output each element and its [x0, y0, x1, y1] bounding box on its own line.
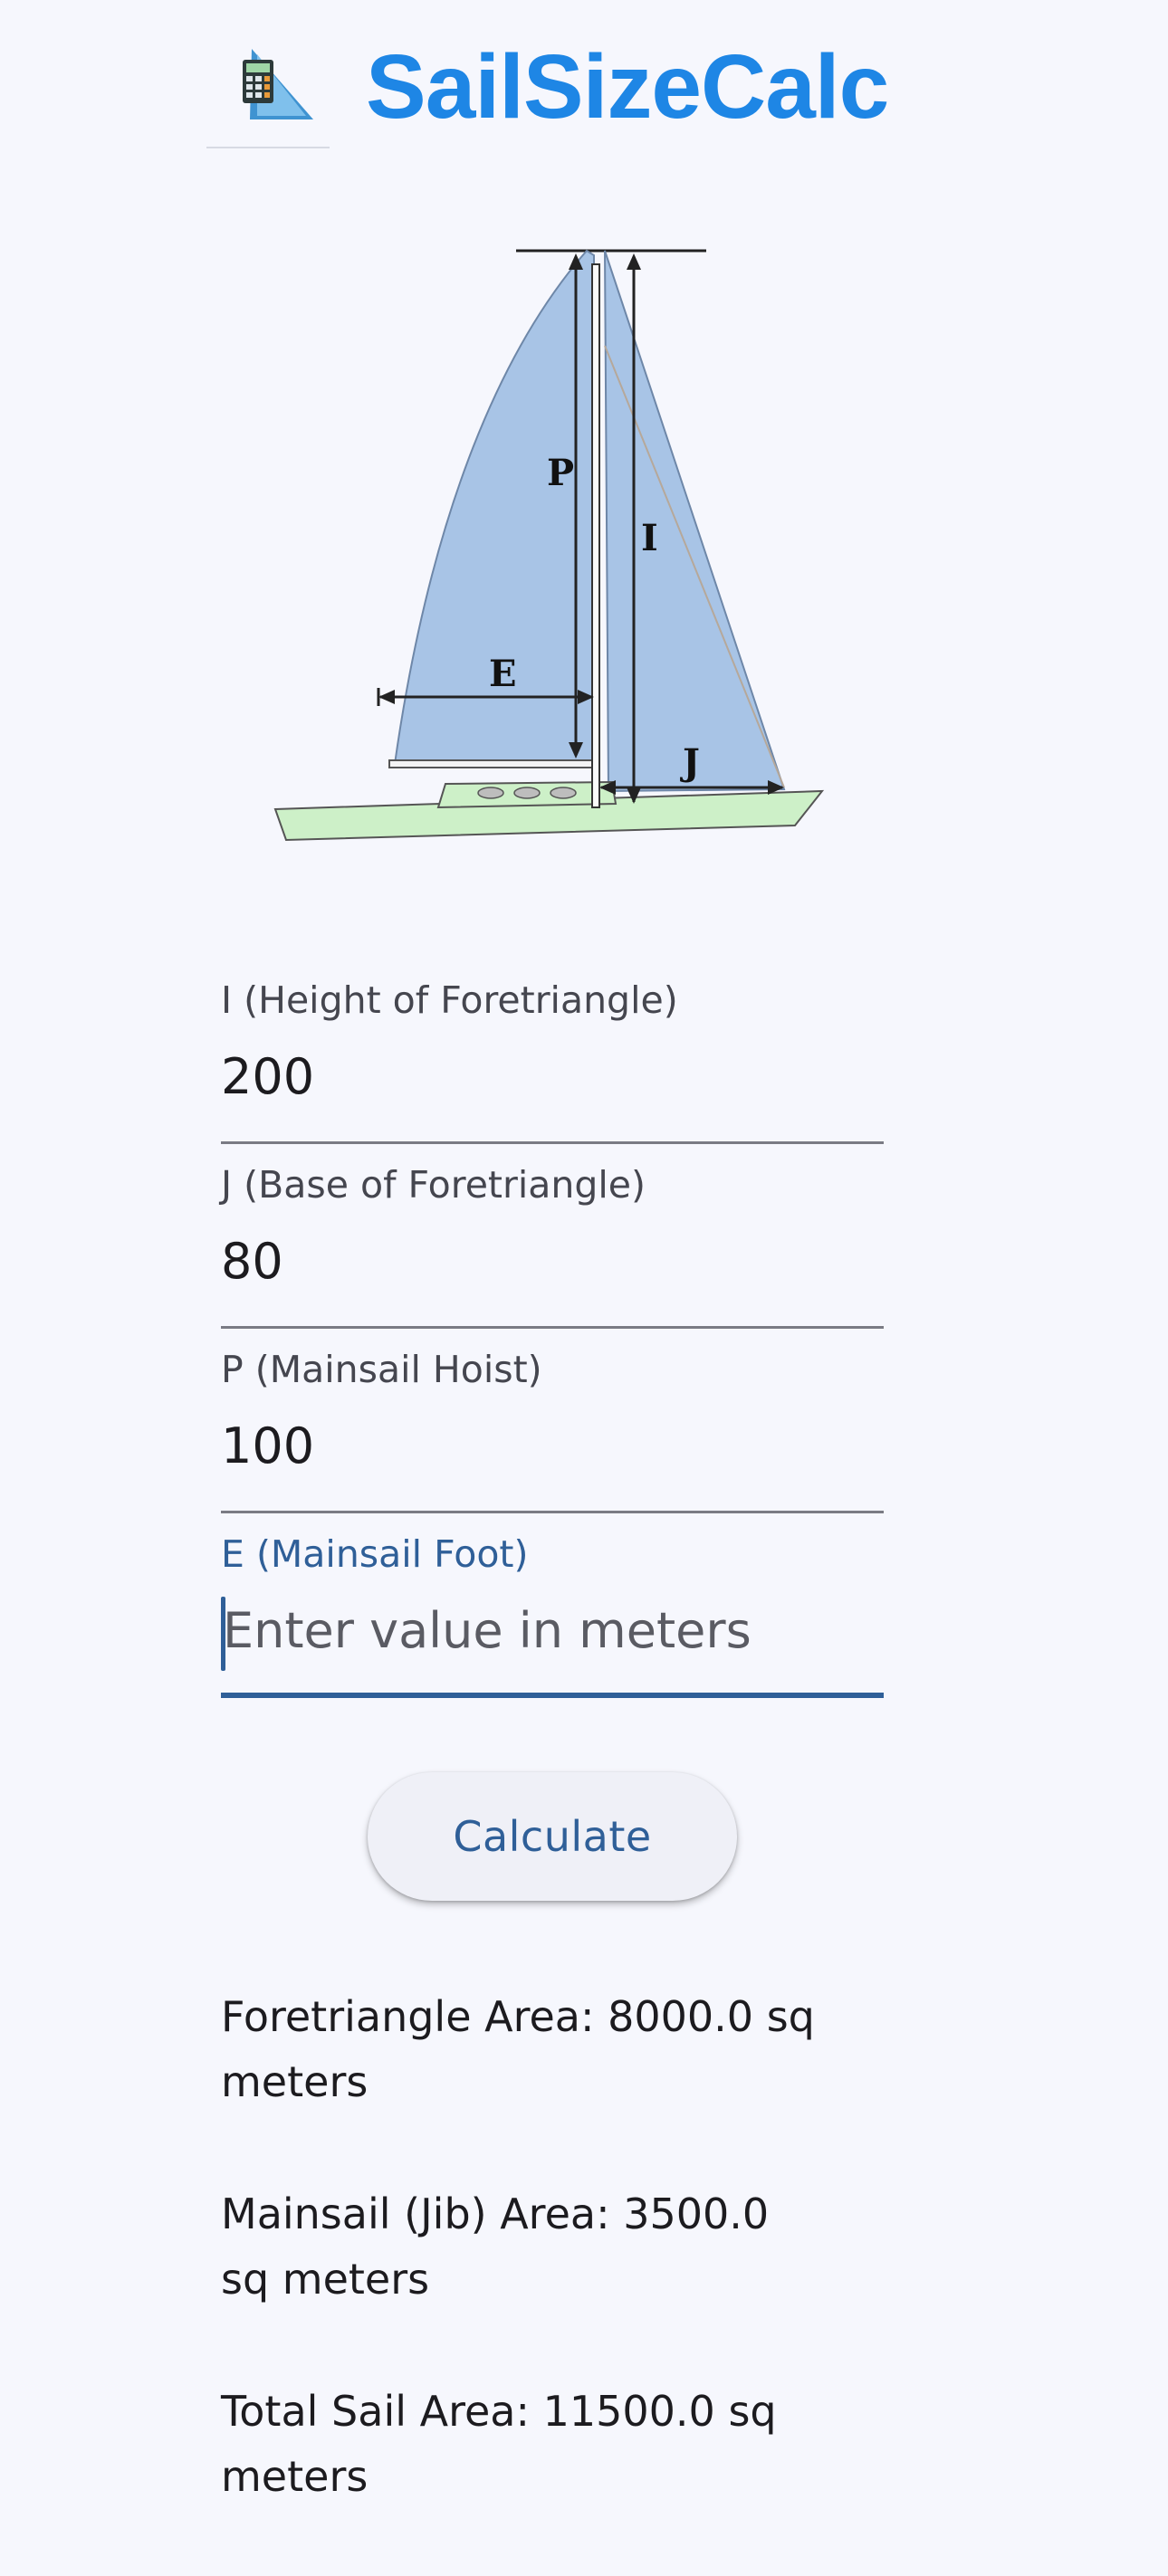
- dimensions-form: I (Height of Foretriangle) J (Base of Fo…: [221, 959, 886, 1698]
- p-hoist-label: P (Mainsail Hoist): [221, 1348, 542, 1391]
- jib-shape: [604, 250, 786, 793]
- i-height-input[interactable]: [221, 1041, 884, 1113]
- calculator-sail-icon: [243, 49, 313, 119]
- p-hoist-input[interactable]: [221, 1410, 884, 1483]
- app-logo: [206, 36, 330, 148]
- i-height-label: I (Height of Foretriangle): [221, 978, 678, 1022]
- e-foot-label: E (Mainsail Foot): [221, 1532, 529, 1576]
- j-base-field[interactable]: J (Base of Foretriangle): [221, 1144, 884, 1329]
- total-sail-area-result: Total Sail Area: 11500.0 sq meters: [221, 2387, 777, 2501]
- foretriangle-area-result: Foretriangle Area: 8000.0 sq meters: [221, 1992, 815, 2106]
- p-hoist-field[interactable]: P (Mainsail Hoist): [221, 1329, 884, 1513]
- j-label: J: [680, 741, 700, 784]
- e-foot-underline: [221, 1693, 884, 1698]
- mast: [591, 263, 600, 808]
- i-label: I: [641, 517, 658, 559]
- mainsail-area-result: Mainsail (Jib) Area: 3500.0 sq meters: [221, 2190, 770, 2304]
- results-panel: Foretriangle Area: 8000.0 sq meters Main…: [221, 1984, 891, 2576]
- p-label: P: [547, 452, 574, 494]
- app-header: SailSizeCalc: [0, 0, 1168, 172]
- app-title: SailSizeCalc: [366, 36, 889, 138]
- text-caret: [221, 1597, 225, 1671]
- j-base-input[interactable]: [221, 1226, 884, 1298]
- i-height-field[interactable]: I (Height of Foretriangle): [221, 959, 884, 1144]
- e-foot-input[interactable]: [221, 1595, 886, 1667]
- j-base-label: J (Base of Foretriangle): [221, 1163, 646, 1207]
- sail-dimension-diagram: P I E J: [273, 249, 825, 842]
- e-foot-field[interactable]: E (Mainsail Foot): [221, 1513, 886, 1698]
- calculate-button[interactable]: Calculate: [368, 1772, 737, 1901]
- logo-divider: [206, 147, 330, 148]
- boom: [388, 759, 598, 768]
- e-label: E: [489, 653, 517, 695]
